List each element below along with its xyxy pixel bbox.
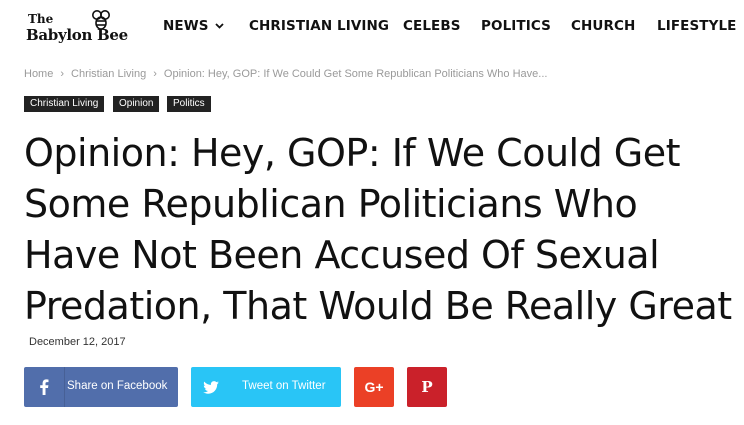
tag-christian-living[interactable]: Christian Living (24, 96, 105, 112)
nav-item-lifestyle[interactable]: LIFESTYLE (657, 18, 737, 34)
title-line: Some Republican Politicians Who (24, 182, 638, 226)
nav-item-politics[interactable]: POLITICS (481, 18, 551, 34)
share-twitter-label: Tweet on Twitter (242, 380, 326, 392)
nav-item-label: NEWS (163, 18, 209, 34)
publish-date: December 12, 2017 (29, 336, 126, 348)
title-line: Have Not Been Accused Of Sexual (24, 233, 660, 277)
breadcrumb-current: Opinion: Hey, GOP: If We Could Get Some … (163, 68, 548, 80)
breadcrumb-home[interactable]: Home (24, 68, 53, 80)
title-line: Predation, That Would Be Really Great (24, 284, 732, 328)
title-line: Opinion: Hey, GOP: If We Could Get (24, 131, 681, 175)
nav-item-church[interactable]: CHURCH (571, 18, 635, 34)
nav-item-celebs[interactable]: CELEBS (403, 18, 461, 34)
pinterest-icon: P (407, 367, 447, 407)
chevron-down-icon (214, 23, 224, 29)
share-pinterest-button[interactable]: P (407, 367, 447, 407)
pinterest-glyph: P (421, 378, 433, 396)
breadcrumb-separator: › (153, 68, 157, 80)
logo-line-2: Babylon Bee (26, 26, 128, 44)
google-plus-icon: G+ (354, 367, 394, 407)
logo-line-1: The (28, 12, 54, 26)
site-header: The Babylon Bee NEWS CHRISTIAN LIVING CE… (0, 0, 744, 56)
site-logo[interactable]: The Babylon Bee (24, 8, 152, 48)
nav-item-news[interactable]: NEWS (163, 18, 224, 34)
google-plus-glyph: G+ (364, 379, 384, 395)
tag-politics[interactable]: Politics (167, 96, 211, 112)
share-googleplus-button[interactable]: G+ (354, 367, 394, 407)
bee-icon (92, 10, 110, 30)
breadcrumb-category[interactable]: Christian Living (71, 68, 146, 80)
tag-opinion[interactable]: Opinion (113, 96, 160, 112)
breadcrumb-separator: › (60, 68, 65, 80)
divider (64, 367, 65, 407)
breadcrumb: Home › Christian Living › Opinion: Hey, GOP:… (24, 68, 547, 80)
nav-item-christian-living[interactable]: CHRISTIAN LIVING (249, 18, 389, 34)
article-title: Opinion: Hey, GOP: If We Could Get Some … (24, 128, 734, 332)
twitter-icon (191, 367, 231, 407)
share-twitter-button[interactable]: Tweet on Twitter (191, 367, 341, 407)
share-facebook-label: Share on Facebook (67, 380, 168, 392)
facebook-icon (24, 367, 64, 407)
share-facebook-button[interactable]: Share on Facebook (24, 367, 178, 407)
